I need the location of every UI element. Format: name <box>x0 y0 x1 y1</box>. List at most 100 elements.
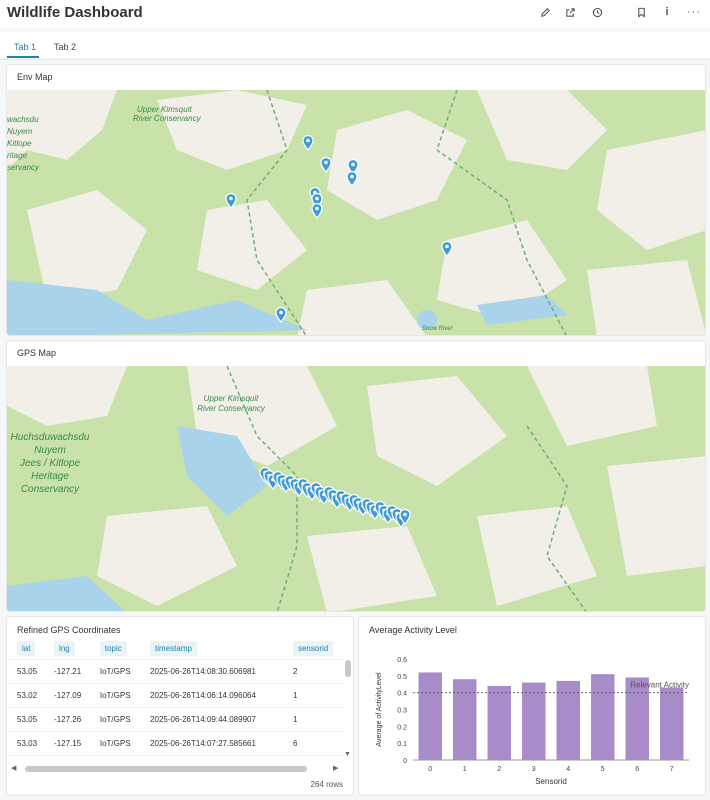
gps-map-title: GPS Map <box>17 348 57 358</box>
cell-lat: 53.02 <box>7 683 45 708</box>
cell-lng: -127.09 <box>44 683 90 708</box>
map-marker-icon[interactable] <box>441 241 453 257</box>
active-tab-indicator <box>7 56 39 58</box>
gps-table: lat lng topic timestamp sensorid 53.05 -… <box>7 639 345 756</box>
column-header-timestamp[interactable]: timestamp <box>140 639 283 660</box>
table-row[interactable]: 53.02 -127.09 IoT/GPS 2025-06-26T14:06:1… <box>7 683 345 708</box>
y-axis-title: Average of ActivityLevel <box>376 672 383 747</box>
vertical-scroll-thumb[interactable] <box>345 660 351 677</box>
map-marker-icon[interactable] <box>347 159 359 175</box>
svg-text:Jees / Kitlope: Jees / Kitlope <box>19 458 80 469</box>
map-marker-icon[interactable] <box>311 203 323 219</box>
x-tick-label: 1 <box>463 766 467 773</box>
scroll-left-icon[interactable]: ◀ <box>11 764 16 772</box>
env-map[interactable]: Upper Kimsquit River Conservancy wachsdu… <box>7 90 705 335</box>
map-marker-icon[interactable] <box>399 509 411 525</box>
map-marker-icon[interactable] <box>320 157 332 173</box>
bar <box>556 680 580 760</box>
x-tick-label: 2 <box>497 766 501 773</box>
svg-text:Conservancy: Conservancy <box>21 484 80 495</box>
page-title: Wildlife Dashboard <box>7 4 143 21</box>
env-map-panel: Env Map Upper Kimsquit River Conservancy… <box>6 64 706 336</box>
cell-sensorid: 2 <box>282 659 345 684</box>
x-tick-label: 5 <box>601 766 605 773</box>
cell-timestamp: 2025-06-26T14:06:14.096064 <box>140 683 283 708</box>
info-icon[interactable]: i <box>659 4 675 20</box>
cell-timestamp: 2025-06-26T14:07:27.585661 <box>140 731 283 756</box>
env-map-title: Env Map <box>17 72 53 82</box>
cell-topic: IoT/GPS <box>89 683 141 708</box>
map-marker-icon[interactable] <box>302 135 314 151</box>
scroll-right-icon[interactable]: ▶ <box>333 764 338 772</box>
cell-sensorid: 1 <box>282 707 345 732</box>
tab-bar: Tab 1 Tab 2 <box>0 32 710 60</box>
history-icon[interactable] <box>589 4 605 20</box>
column-header-lat[interactable]: lat <box>7 639 45 660</box>
bar <box>522 682 546 760</box>
map-marker-icon[interactable] <box>225 193 237 209</box>
cell-lat: 53.05 <box>7 659 45 684</box>
cell-lat: 53.03 <box>7 731 45 756</box>
svg-text:wachsdu: wachsdu <box>7 115 39 124</box>
cell-lng: -127.26 <box>44 707 90 732</box>
y-tick-label: 0.1 <box>397 741 407 748</box>
gps-map-panel: GPS Map Upper Kimsquit River Conservancy… <box>6 340 706 612</box>
map-marker-icon[interactable] <box>346 171 358 187</box>
cell-sensorid: 6 <box>282 731 345 756</box>
x-tick-label: 3 <box>532 766 536 773</box>
bar <box>453 679 477 760</box>
svg-text:servancy: servancy <box>7 163 40 172</box>
svg-text:Snow River: Snow River <box>422 326 454 332</box>
cell-topic: IoT/GPS <box>89 707 141 732</box>
bar <box>625 677 649 760</box>
horizontal-scroll-thumb[interactable] <box>25 766 307 772</box>
cell-lng: -127.21 <box>44 659 90 684</box>
column-header-topic[interactable]: topic <box>89 639 141 660</box>
map-marker-icon[interactable] <box>275 307 287 323</box>
edit-icon[interactable] <box>537 4 553 20</box>
y-tick-label: 0.5 <box>397 674 407 681</box>
svg-text:River Conservancy: River Conservancy <box>133 114 202 123</box>
svg-text:Upper Kimsquit: Upper Kimsquit <box>137 105 192 114</box>
gps-map[interactable]: Upper Kimsquit River Conservancy Huchsdu… <box>7 366 705 611</box>
bar <box>660 687 684 760</box>
y-tick-label: 0 <box>403 758 407 765</box>
x-tick-label: 4 <box>566 766 570 773</box>
svg-text:Huchsduwachsdu: Huchsduwachsdu <box>11 432 90 443</box>
y-tick-label: 0.6 <box>397 657 407 664</box>
column-header-lng[interactable]: lng <box>44 639 90 660</box>
x-tick-label: 7 <box>670 766 674 773</box>
svg-text:ritage: ritage <box>7 151 28 160</box>
svg-text:Nuyem: Nuyem <box>34 445 66 456</box>
activity-bar-chart: 0 0.1 0.2 0.3 0.4 0.5 0.6 0 1 2 3 4 5 6 7 Relevant Acti… <box>376 657 689 786</box>
table-row[interactable]: 53.05 -127.21 IoT/GPS 2025-06-26T14:08:3… <box>7 659 345 684</box>
x-tick-label: 6 <box>635 766 639 773</box>
table-row[interactable]: 53.05 -127.26 IoT/GPS 2025-06-26T14:09:4… <box>7 707 345 732</box>
svg-text:Upper Kimsquit: Upper Kimsquit <box>204 394 259 403</box>
bar <box>591 674 615 760</box>
cell-timestamp: 2025-06-26T14:09:44.089907 <box>140 707 283 732</box>
tab-1[interactable]: Tab 1 <box>14 42 36 52</box>
share-icon[interactable] <box>562 4 578 20</box>
table-title: Refined GPS Coordinates <box>17 625 121 635</box>
y-tick-label: 0.2 <box>397 724 407 731</box>
bar <box>487 685 511 760</box>
tab-2[interactable]: Tab 2 <box>54 42 76 52</box>
bar <box>418 672 442 760</box>
column-header-sensorid[interactable]: sensorid <box>282 639 345 660</box>
y-tick-label: 0.4 <box>397 691 407 698</box>
dashboard-header: Wildlife Dashboard i ··· <box>0 0 710 28</box>
table-horizontal-scrollbar[interactable]: ◀ ▶ <box>11 763 341 773</box>
scroll-down-icon[interactable]: ▼ <box>344 751 351 758</box>
svg-text:Nuyem: Nuyem <box>7 127 33 136</box>
cell-timestamp: 2025-06-26T14:08:30.606981 <box>140 659 283 684</box>
table-row[interactable]: 53.03 -127.15 IoT/GPS 2025-06-26T14:07:2… <box>7 731 345 756</box>
bookmark-icon[interactable] <box>633 4 649 20</box>
more-icon[interactable]: ··· <box>686 4 702 20</box>
table-header-row: lat lng topic timestamp sensorid <box>7 639 345 660</box>
svg-text:River Conservancy: River Conservancy <box>197 404 266 413</box>
cell-topic: IoT/GPS <box>89 731 141 756</box>
y-tick-label: 0.3 <box>397 708 407 715</box>
cell-sensorid: 1 <box>282 683 345 708</box>
gps-table-panel: Refined GPS Coordinates lat lng topic ti… <box>6 616 354 796</box>
